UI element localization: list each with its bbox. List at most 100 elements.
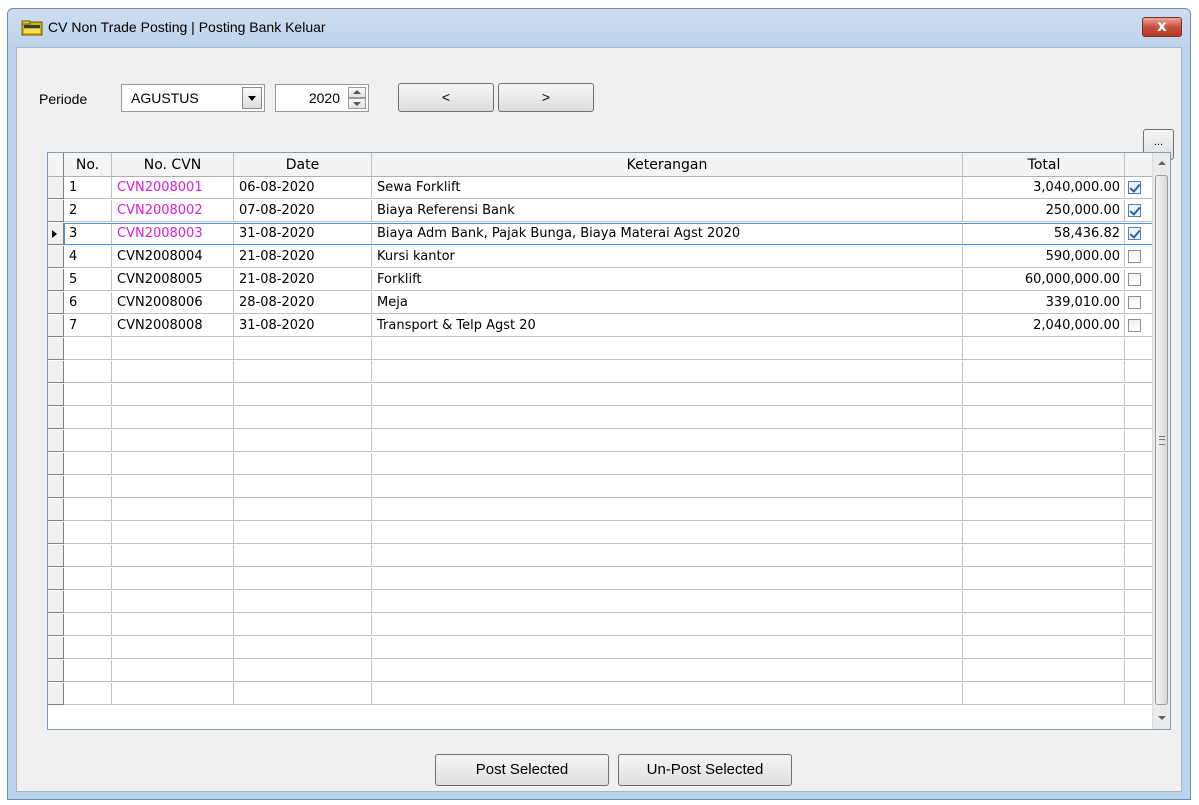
spin-down-icon[interactable] xyxy=(348,98,366,109)
cell-date[interactable]: 07-08-2020 xyxy=(234,200,372,222)
cell-date[interactable] xyxy=(234,499,372,521)
row-checkbox[interactable] xyxy=(1128,181,1141,194)
cell-keterangan[interactable]: Forklift xyxy=(372,269,963,291)
cell-cvn[interactable] xyxy=(112,568,234,590)
cell-no[interactable] xyxy=(64,499,112,521)
cell-keterangan[interactable] xyxy=(372,499,963,521)
cell-total[interactable] xyxy=(963,660,1125,682)
cell-cvn[interactable] xyxy=(112,683,234,705)
vertical-scrollbar[interactable] xyxy=(1152,153,1170,729)
cell-no[interactable]: 3 xyxy=(64,223,112,245)
cell-no[interactable]: 4 xyxy=(64,246,112,268)
cell-date[interactable] xyxy=(234,430,372,452)
cell-total[interactable]: 250,000.00 xyxy=(963,200,1125,222)
cell-no[interactable] xyxy=(64,430,112,452)
cell-cvn[interactable]: CVN2008001 xyxy=(112,177,234,199)
cell-select[interactable] xyxy=(1125,269,1153,291)
cell-date[interactable] xyxy=(234,545,372,567)
year-spinner[interactable]: 2020 xyxy=(275,84,369,112)
cell-select[interactable] xyxy=(1125,407,1153,429)
cell-cvn[interactable] xyxy=(112,453,234,475)
cell-total[interactable] xyxy=(963,453,1125,475)
title-bar[interactable]: CV Non Trade Posting | Posting Bank Kelu… xyxy=(8,9,1190,47)
cell-no[interactable] xyxy=(64,476,112,498)
cell-total[interactable]: 58,436.82 xyxy=(963,223,1125,245)
cell-keterangan[interactable] xyxy=(372,384,963,406)
cell-select[interactable] xyxy=(1125,522,1153,544)
cell-keterangan[interactable]: Meja xyxy=(372,292,963,314)
cell-date[interactable] xyxy=(234,476,372,498)
cell-cvn[interactable] xyxy=(112,499,234,521)
cell-keterangan[interactable] xyxy=(372,568,963,590)
cell-no[interactable] xyxy=(64,407,112,429)
column-header-cvn[interactable]: No. CVN xyxy=(112,153,234,177)
cell-cvn[interactable] xyxy=(112,545,234,567)
cell-date[interactable] xyxy=(234,660,372,682)
posting-grid[interactable]: No. No. CVN Date Keterangan Total 1 CVN20… xyxy=(47,152,1171,730)
cell-date[interactable]: 31-08-2020 xyxy=(234,315,372,337)
cell-cvn[interactable]: CVN2008003 xyxy=(112,223,234,245)
cell-cvn[interactable] xyxy=(112,384,234,406)
cell-select[interactable] xyxy=(1125,384,1153,406)
cell-total[interactable] xyxy=(963,361,1125,383)
cell-cvn[interactable] xyxy=(112,407,234,429)
cell-cvn[interactable] xyxy=(112,476,234,498)
cell-total[interactable] xyxy=(963,683,1125,705)
cell-total[interactable] xyxy=(963,384,1125,406)
cell-total[interactable] xyxy=(963,545,1125,567)
cell-keterangan[interactable] xyxy=(372,476,963,498)
cell-select[interactable] xyxy=(1125,637,1153,659)
row-checkbox[interactable] xyxy=(1128,273,1141,286)
cell-date[interactable] xyxy=(234,637,372,659)
cell-total[interactable] xyxy=(963,499,1125,521)
cell-select[interactable] xyxy=(1125,200,1153,222)
cell-date[interactable]: 21-08-2020 xyxy=(234,246,372,268)
cell-total[interactable] xyxy=(963,476,1125,498)
scroll-up-icon[interactable] xyxy=(1153,155,1170,172)
cell-no[interactable]: 2 xyxy=(64,200,112,222)
chevron-down-icon[interactable] xyxy=(242,87,262,109)
spin-up-icon[interactable] xyxy=(348,87,366,98)
cell-keterangan[interactable] xyxy=(372,361,963,383)
cell-select[interactable] xyxy=(1125,476,1153,498)
cell-date[interactable] xyxy=(234,384,372,406)
cell-keterangan[interactable]: Sewa Forklift xyxy=(372,177,963,199)
cell-select[interactable] xyxy=(1125,614,1153,636)
cell-no[interactable] xyxy=(64,637,112,659)
cell-no[interactable] xyxy=(64,384,112,406)
column-header-date[interactable]: Date xyxy=(234,153,372,177)
cell-cvn[interactable]: CVN2008005 xyxy=(112,269,234,291)
cell-cvn[interactable] xyxy=(112,660,234,682)
cell-cvn[interactable] xyxy=(112,591,234,613)
cell-no[interactable] xyxy=(64,660,112,682)
cell-select[interactable] xyxy=(1125,246,1153,268)
cell-cvn[interactable]: CVN2008004 xyxy=(112,246,234,268)
month-select[interactable]: AGUSTUS xyxy=(121,84,265,112)
cell-no[interactable]: 7 xyxy=(64,315,112,337)
cell-total[interactable] xyxy=(963,522,1125,544)
cell-no[interactable] xyxy=(64,453,112,475)
cell-total[interactable] xyxy=(963,568,1125,590)
cell-date[interactable] xyxy=(234,591,372,613)
cell-no[interactable]: 1 xyxy=(64,177,112,199)
cell-select[interactable] xyxy=(1125,223,1153,245)
cell-date[interactable] xyxy=(234,338,372,360)
cell-keterangan[interactable] xyxy=(372,637,963,659)
cell-keterangan[interactable] xyxy=(372,591,963,613)
row-checkbox[interactable] xyxy=(1128,204,1141,217)
cell-keterangan[interactable]: Biaya Adm Bank, Pajak Bunga, Biaya Mater… xyxy=(372,223,963,245)
cell-total[interactable]: 60,000,000.00 xyxy=(963,269,1125,291)
row-checkbox[interactable] xyxy=(1128,227,1141,240)
cell-select[interactable] xyxy=(1125,177,1153,199)
cell-total[interactable]: 2,040,000.00 xyxy=(963,315,1125,337)
cell-keterangan[interactable] xyxy=(372,660,963,682)
cell-total[interactable] xyxy=(963,637,1125,659)
cell-select[interactable] xyxy=(1125,315,1153,337)
cell-date[interactable]: 06-08-2020 xyxy=(234,177,372,199)
cell-total[interactable]: 339,010.00 xyxy=(963,292,1125,314)
cell-keterangan[interactable] xyxy=(372,683,963,705)
cell-no[interactable] xyxy=(64,614,112,636)
cell-cvn[interactable] xyxy=(112,338,234,360)
cell-keterangan[interactable]: Kursi kantor xyxy=(372,246,963,268)
cell-no[interactable] xyxy=(64,591,112,613)
